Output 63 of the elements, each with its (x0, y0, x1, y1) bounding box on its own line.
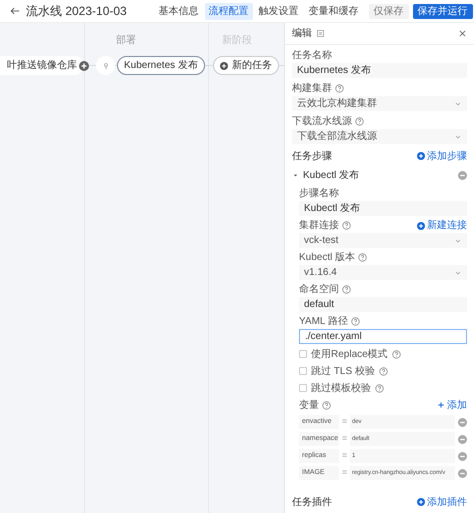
equals-sign: = (342, 449, 347, 462)
select-field[interactable]: 下载全部流水线源 (292, 129, 467, 144)
pin-icon[interactable] (102, 62, 110, 70)
equals-sign: = (342, 432, 347, 446)
new-task-button[interactable]: 新的任务 (213, 56, 279, 75)
add-icon[interactable] (79, 61, 89, 71)
remove-icon[interactable] (458, 452, 467, 460)
add-step-link[interactable]: 添加步骤 (417, 148, 467, 164)
add-icon (417, 152, 425, 160)
input-field[interactable]: Kubernetes 发布 (292, 63, 467, 78)
section-title: 任务插件 (292, 496, 332, 510)
save-and-run-button[interactable]: 保存并运行 (412, 4, 473, 18)
add-variable-link[interactable]: 添加 (437, 398, 467, 412)
remove-icon[interactable] (458, 468, 467, 478)
tab[interactable]: 变量和缓存 (304, 2, 363, 20)
back-icon[interactable] (10, 6, 20, 16)
task-node[interactable]: 叶推送镜像仓库 (0, 56, 84, 75)
equals-sign: = (342, 466, 347, 480)
checkbox-label: 跳过 TLS 校验 (311, 364, 375, 378)
caret-down-icon[interactable] (292, 172, 299, 179)
remove-icon[interactable] (458, 418, 467, 426)
add-plugin-link[interactable]: 添加插件 (417, 494, 467, 510)
add-icon (417, 222, 425, 230)
field-label: 命名空间 (299, 284, 339, 296)
add-icon (417, 498, 425, 506)
checkbox[interactable] (299, 350, 307, 358)
field-label: 下载流水线源 (292, 116, 352, 128)
remove-icon[interactable] (458, 171, 467, 180)
task-node[interactable]: Kubernetes 发布 (117, 56, 205, 75)
page-title: 流水线 2023-10-03 (26, 3, 127, 20)
select-field[interactable]: vck-test (299, 233, 467, 248)
tab[interactable]: 基本信息 (154, 2, 203, 20)
field-label: YAML 路径 (299, 316, 348, 328)
equals-sign: = (342, 415, 347, 428)
checkbox-label: 使用Replace模式 (311, 348, 388, 362)
section-title: 任务步骤 (292, 150, 332, 164)
field-label: 任务名称 (292, 50, 332, 62)
checkbox[interactable] (299, 367, 307, 375)
checkbox-label: 跳过模板校验 (311, 382, 371, 396)
field-label: 集群连接 (299, 220, 339, 232)
document-icon (316, 29, 325, 38)
stage-title: 部署 (116, 34, 136, 48)
new-connection-link[interactable]: 新建连接 (417, 220, 467, 232)
input-field[interactable]: Kubectl 发布 (299, 201, 467, 216)
field-label: 步骤名称 (299, 188, 339, 200)
checkbox[interactable] (299, 384, 307, 392)
help-icon (322, 400, 331, 410)
plus-icon (437, 401, 445, 409)
field-label: Kubectl 版本 (299, 252, 356, 264)
save-button[interactable]: 仅保存 (368, 4, 409, 18)
remove-icon[interactable] (458, 434, 467, 444)
select-field[interactable]: 云效北京构建集群 (292, 96, 467, 111)
field-label: 构建集群 (292, 82, 332, 94)
input-field[interactable]: ./center.yaml (299, 329, 467, 344)
field-label: 变量 (299, 398, 319, 412)
close-icon[interactable] (458, 29, 467, 38)
panel-title: 编辑 (292, 26, 312, 41)
tab[interactable]: 流程配置 (204, 2, 253, 20)
input-field[interactable]: default (299, 297, 467, 312)
step-title: Kubectl 发布 (303, 169, 360, 183)
select-field[interactable]: v1.16.4 (299, 265, 467, 280)
tab[interactable]: 触发设置 (254, 2, 303, 20)
add-icon (220, 62, 228, 70)
